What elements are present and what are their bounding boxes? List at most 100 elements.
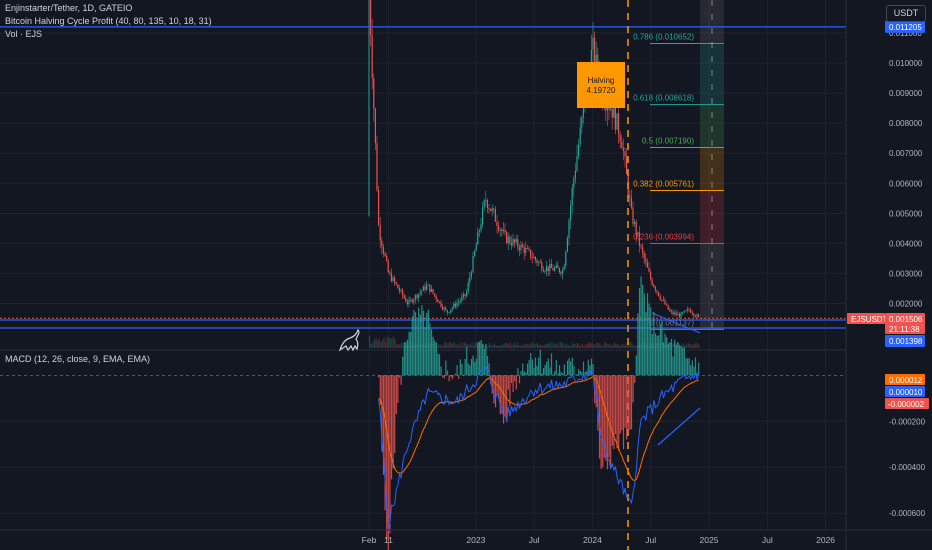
price-tick-label: 0.005000 [889,209,923,218]
volume-bar [381,339,383,348]
candle-body [616,113,618,130]
candle-body [477,231,479,245]
volume-bar [623,343,625,348]
candle-body [450,309,452,313]
fib-level-label: 0.5 (0.007190) [642,137,694,146]
volume-bar [586,344,588,348]
candle-body [645,258,647,262]
volume-bar [401,342,403,348]
candle-body [432,289,434,294]
candle-body [552,267,554,271]
candle-body [688,309,690,310]
volume-bar [450,342,452,348]
macd-histogram-bar [656,335,658,376]
candle-body [664,300,666,305]
candle-body [678,313,680,318]
macd-histogram-bar [563,364,565,376]
volume-bar [687,343,689,348]
macd-histogram-bar [482,344,484,376]
candle-body [531,257,533,259]
candle-body [667,304,669,310]
volume-bar [460,342,462,348]
macd-histogram-bar [570,361,572,376]
candle-body [442,306,444,310]
candle-body [654,286,656,291]
candle-body [499,229,501,231]
volume-bar [631,343,633,348]
volume-bar [537,343,539,348]
candle-body [438,301,440,303]
time-tick-label: Jul [645,535,656,545]
candle-body [568,220,570,239]
macd-histogram-bar [461,364,463,376]
macd-histogram-bar [395,375,397,415]
macd-histogram-bar [523,371,525,376]
macd-histogram-bar [547,358,549,376]
volume-bar [556,343,558,348]
volume-bar [385,342,387,348]
volume-title[interactable]: Vol · EJS [5,29,42,39]
candle-body [488,208,490,209]
time-tick-label: 2023 [466,535,485,545]
candle-body [579,127,581,145]
macd-histogram-bar [546,361,548,376]
macd-histogram-bar [550,353,553,376]
volume-bar [402,345,404,348]
volume-bar [594,344,596,348]
macd-histogram-bar [458,375,460,379]
volume-bar [577,342,579,348]
macd-histogram-bar [517,368,519,376]
macd-histogram-bar [378,375,380,378]
countdown-label: 21:11:38 [889,325,920,334]
volume-bar [557,345,559,348]
candle-body [618,113,620,135]
volume-bar [484,344,486,348]
candle-body [445,307,447,311]
macd-histogram-bar [691,360,693,376]
candle-body [570,205,572,221]
macd-histogram-bar [512,375,514,393]
candle-body [474,250,476,256]
candle-body [619,134,621,142]
time-tick-label: Jul [762,535,773,545]
macd-histogram-bar [536,365,538,376]
candle-body [475,244,477,251]
macd-histogram-bar [672,356,674,376]
volume-bar [506,343,508,348]
candle-body [658,292,660,297]
macd-histogram-bar [626,375,628,440]
indicator-title[interactable]: Bitcoin Halving Cycle Profit (40, 80, 13… [5,16,212,26]
macd-histogram-bar [475,358,477,376]
volume-bar [540,344,542,348]
macd-histogram-bar [464,358,466,376]
trading-chart[interactable]: 0.786 (0.010652) 0.618 (0.008618) 0.5 (0.0… [0,0,932,550]
volume-bar [578,344,580,348]
currency-button[interactable]: USDT [886,5,926,22]
volume-bar [580,345,582,348]
volume-bar [394,339,396,348]
candle-body [610,108,612,110]
candle-body [394,277,396,283]
candle-body [571,187,573,206]
candle-body [542,269,544,272]
candle-body [643,252,645,259]
macd-histogram-bar [400,375,402,385]
macd-histogram-bar [568,358,570,376]
macd-histogram-bar [638,287,641,376]
macd-histogram-bar [558,365,561,376]
volume-bar [473,345,475,348]
symbol-title[interactable]: Enjinstarter/Tether, 1D, GATEIO [5,3,132,13]
macd-histogram-bar [651,334,653,376]
macd-histogram-bar [390,375,393,480]
macd-histogram-bar [542,368,545,376]
candle-body [405,298,407,302]
volume-bar [549,342,551,348]
volume-bar [513,342,515,348]
candle-body [395,282,397,285]
macd-histogram-bar [469,365,471,376]
volume-bar [519,345,521,348]
macd-histogram-bar [675,344,677,376]
candle-body [566,238,568,252]
macd-title[interactable]: MACD (12, 26, close, 9, EMA, EMA) [5,354,150,364]
candle-body [411,299,413,303]
